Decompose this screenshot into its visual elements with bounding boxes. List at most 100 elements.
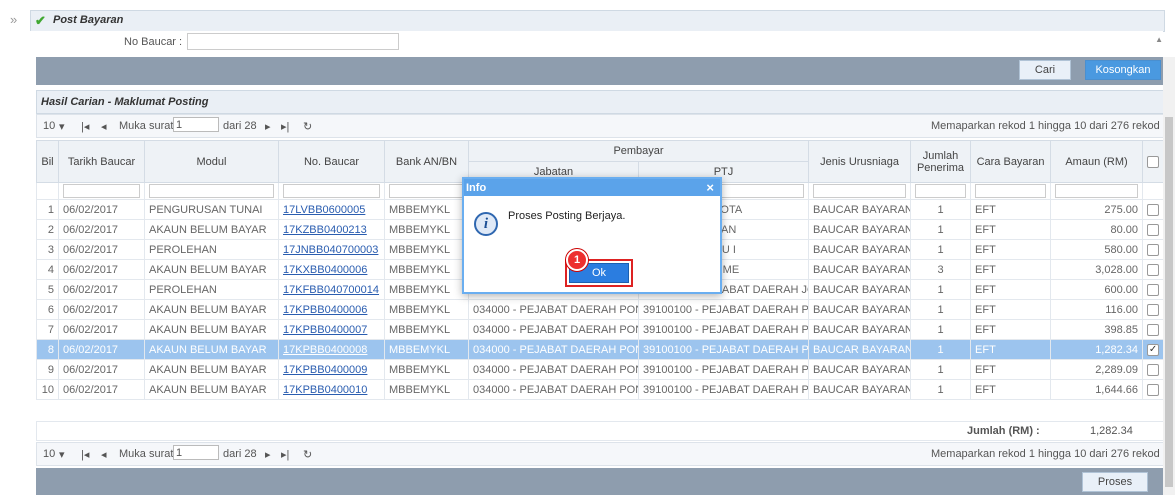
voucher-link[interactable]: 17KPBB0400009: [283, 364, 367, 376]
proses-button[interactable]: Proses: [1082, 472, 1148, 492]
prev-page-icon[interactable]: ◂: [101, 120, 107, 133]
refresh-icon[interactable]: ↻: [303, 120, 312, 133]
col-jumlah-penerima[interactable]: Jumlah Penerima: [910, 140, 972, 183]
table-row[interactable]: 7 06/02/2017 AKAUN BELUM BAYAR 17KPBB040000…: [36, 319, 1165, 340]
scrollbar-thumb[interactable]: [1165, 117, 1173, 487]
col-no-baucar[interactable]: No. Baucar: [278, 140, 385, 183]
cell-jabatan: 034000 - PEJABAT DAERAH PONT: [468, 299, 639, 320]
next-page-icon[interactable]: ▸: [265, 120, 271, 133]
page-size-chevron-icon[interactable]: ▾: [59, 448, 65, 461]
voucher-link[interactable]: 17JNBB040700003: [283, 244, 378, 256]
table-row[interactable]: 10 06/02/2017 AKAUN BELUM BAYAR 17KPBB04000…: [36, 379, 1165, 400]
cell-bil: 3: [36, 239, 59, 260]
row-checkbox[interactable]: [1142, 219, 1165, 240]
filter-input[interactable]: [58, 182, 145, 200]
checkbox-mark[interactable]: [1147, 383, 1160, 396]
cell-modul: PEROLEHAN: [144, 279, 279, 300]
cell-no-baucar[interactable]: 17LVBB0600005: [278, 199, 385, 220]
voucher-link[interactable]: 17KFBB040700014: [283, 284, 379, 296]
row-checkbox[interactable]: [1142, 259, 1165, 280]
refresh-icon[interactable]: ↻: [303, 448, 312, 461]
row-checkbox[interactable]: ✓: [1142, 339, 1165, 360]
last-page-icon[interactable]: ▸|: [281, 448, 289, 461]
row-checkbox[interactable]: [1142, 319, 1165, 340]
col-modul[interactable]: Modul: [144, 140, 279, 183]
voucher-link[interactable]: 17KPBB0400010: [283, 384, 367, 396]
info-dialog: Info × i Proses Posting Berjaya. Ok 1: [462, 177, 722, 294]
row-checkbox[interactable]: [1142, 359, 1165, 380]
cell-no-baucar[interactable]: 17KPBB0400007: [278, 319, 385, 340]
voucher-link[interactable]: 17LVBB0600005: [283, 204, 365, 216]
first-page-icon[interactable]: |◂: [81, 120, 89, 133]
cell-bank: MBBEMYKL: [384, 239, 469, 260]
cell-no-baucar[interactable]: 17KFBB040700014: [278, 279, 385, 300]
cell-no-baucar[interactable]: 17KZBB0400213: [278, 219, 385, 240]
vertical-scrollbar[interactable]: [1163, 57, 1175, 495]
scroll-up-icon[interactable]: ▲: [1155, 35, 1163, 44]
prev-page-icon[interactable]: ◂: [101, 448, 107, 461]
kosongkan-button[interactable]: Kosongkan: [1085, 60, 1161, 80]
col-amaun[interactable]: Amaun (RM): [1050, 140, 1144, 183]
checkbox-mark[interactable]: [1147, 203, 1160, 216]
cell-no-baucar[interactable]: 17KXBB0400006: [278, 259, 385, 280]
voucher-link[interactable]: 17KPBB0400006: [283, 304, 367, 316]
collapse-menu-icon[interactable]: »: [10, 12, 17, 27]
page-size-select[interactable]: 10: [43, 448, 55, 460]
first-page-icon[interactable]: |◂: [81, 448, 89, 461]
page-size-select[interactable]: 10: [43, 120, 55, 132]
col-cara[interactable]: Cara Bayaran: [970, 140, 1052, 183]
checkbox-mark[interactable]: [1147, 223, 1160, 236]
filter-input[interactable]: [278, 182, 385, 200]
page-input[interactable]: [173, 445, 219, 460]
checkbox-mark[interactable]: [1147, 263, 1160, 276]
checkbox-mark[interactable]: [1147, 303, 1160, 316]
checkbox-mark[interactable]: ✓: [1147, 343, 1160, 356]
cell-penerima: 1: [910, 359, 972, 380]
row-checkbox[interactable]: [1142, 299, 1165, 320]
voucher-link[interactable]: 17KPBB0400007: [283, 324, 367, 336]
voucher-link[interactable]: 17KXBB0400006: [283, 264, 367, 276]
row-checkbox[interactable]: [1142, 239, 1165, 260]
cell-bil: 10: [36, 379, 59, 400]
cell-no-baucar[interactable]: 17JNBB040700003: [278, 239, 385, 260]
cell-no-baucar[interactable]: 17KPBB0400008: [278, 339, 385, 360]
col-jenis[interactable]: Jenis Urusniaga: [808, 140, 912, 183]
filter-input[interactable]: [910, 182, 972, 200]
select-all-checkbox[interactable]: [1142, 140, 1165, 183]
checkbox-mark[interactable]: [1147, 323, 1160, 336]
voucher-link[interactable]: 17KPBB0400008: [283, 344, 367, 356]
table-row[interactable]: 9 06/02/2017 AKAUN BELUM BAYAR 17KPBB040000…: [36, 359, 1165, 380]
cell-penerima: 1: [910, 319, 972, 340]
cell-amaun: 398.85: [1050, 319, 1144, 340]
cell-no-baucar[interactable]: 17KPBB0400006: [278, 299, 385, 320]
col-bank[interactable]: Bank AN/BN: [384, 140, 469, 183]
cell-bil: 5: [36, 279, 59, 300]
last-page-icon[interactable]: ▸|: [281, 120, 289, 133]
cell-no-baucar[interactable]: 17KPBB0400010: [278, 379, 385, 400]
checkbox-mark[interactable]: [1147, 363, 1160, 376]
row-checkbox[interactable]: [1142, 199, 1165, 220]
page-label: Muka surat: [119, 120, 174, 132]
no-baucar-input[interactable]: [187, 33, 399, 50]
filter-input[interactable]: [808, 182, 912, 200]
checkbox-mark[interactable]: [1147, 283, 1160, 296]
filter-input[interactable]: [384, 182, 469, 200]
next-page-icon[interactable]: ▸: [265, 448, 271, 461]
table-row[interactable]: 6 06/02/2017 AKAUN BELUM BAYAR 17KPBB040000…: [36, 299, 1165, 320]
row-checkbox[interactable]: [1142, 379, 1165, 400]
page-size-chevron-icon[interactable]: ▾: [59, 120, 65, 133]
close-icon[interactable]: ×: [706, 180, 714, 195]
checkbox-mark[interactable]: [1147, 243, 1160, 256]
filter-input[interactable]: [144, 182, 279, 200]
row-checkbox[interactable]: [1142, 279, 1165, 300]
filter-input[interactable]: [970, 182, 1052, 200]
col-tarikh[interactable]: Tarikh Baucar: [58, 140, 145, 183]
cell-no-baucar[interactable]: 17KPBB0400009: [278, 359, 385, 380]
cell-tarikh: 06/02/2017: [58, 259, 145, 280]
cell-bank: MBBEMYKL: [384, 379, 469, 400]
filter-input[interactable]: [1050, 182, 1144, 200]
cari-button[interactable]: Cari: [1019, 60, 1071, 80]
page-input[interactable]: [173, 117, 219, 132]
voucher-link[interactable]: 17KZBB0400213: [283, 224, 367, 236]
table-row[interactable]: 8 06/02/2017 AKAUN BELUM BAYAR 17KPBB040000…: [36, 339, 1165, 360]
